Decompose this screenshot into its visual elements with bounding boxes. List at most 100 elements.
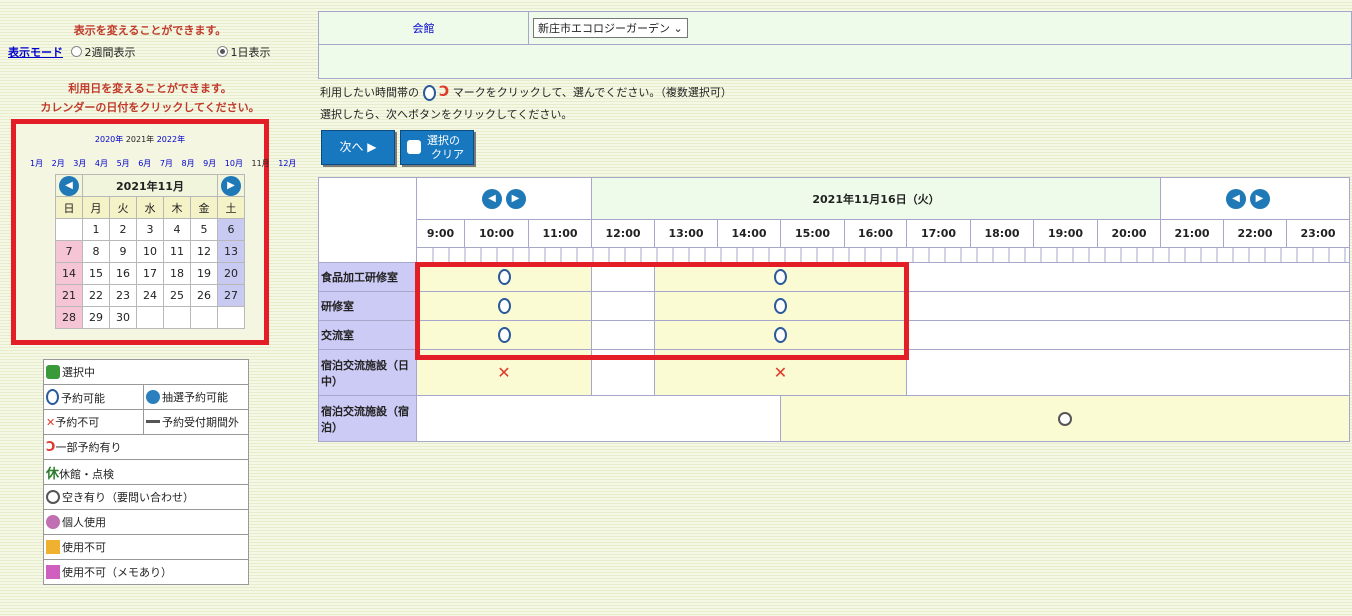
day-link[interactable]: 2 (120, 223, 127, 236)
chevron-right-icon[interactable]: ▶ (1249, 188, 1270, 209)
slot-inquire[interactable] (780, 395, 1350, 442)
day-link[interactable]: 24 (143, 289, 157, 302)
month-link[interactable]: 10月 (225, 159, 243, 168)
calendar-day: 4 (163, 218, 191, 241)
facility-select[interactable]: 新庄市エコロジーガーデン ⌄ (533, 18, 688, 38)
facility-header: 会館 新庄市エコロジーガーデン ⌄ (318, 11, 1352, 79)
slot-available[interactable] (654, 291, 907, 321)
calendar-day-sun: 21 (55, 284, 83, 307)
cross-icon: ✕ (46, 416, 56, 429)
time-header: 12:00 (591, 219, 655, 248)
instruction-1: 利用したい時間帯の Ɔ マークをクリックして、選んでください。（複数選択可） (320, 84, 732, 101)
slot-available[interactable] (654, 262, 907, 292)
day-link[interactable]: 26 (197, 289, 211, 302)
legend-text: 個人使用 (62, 516, 106, 529)
calendar-day-sat: 20 (217, 262, 245, 285)
year-nav: 2020年 2021年 2022年 (16, 134, 264, 145)
next-button[interactable]: 次へ ▶ (321, 130, 395, 165)
month-link[interactable]: 3月 (73, 159, 86, 168)
prev-year-link[interactable]: 2020年 (95, 135, 123, 144)
month-link[interactable]: 12月 (278, 159, 296, 168)
legend-personal: 個人使用 (43, 509, 249, 535)
slot-available[interactable] (416, 262, 592, 292)
legend-lottery: 抽選予約可能 (143, 384, 249, 410)
calendar-day: 1 (82, 218, 110, 241)
day-link[interactable]: 17 (143, 267, 157, 280)
day-link[interactable]: 25 (170, 289, 184, 302)
day-link[interactable]: 28 (62, 311, 76, 324)
clear-selection-button[interactable]: 選択の クリア (400, 130, 474, 165)
day-link[interactable]: 16 (116, 267, 130, 280)
day-link[interactable]: 18 (170, 267, 184, 280)
legend-text: 予約受付期間外 (162, 416, 239, 429)
room-name: 交流室 (318, 320, 417, 350)
time-header: 11:00 (528, 219, 592, 248)
day-link[interactable]: 27 (224, 289, 238, 302)
month-link[interactable]: 5月 (117, 159, 130, 168)
calendar-day-sat: 27 (217, 284, 245, 307)
radio-2week[interactable] (70, 46, 82, 57)
day-link[interactable]: 1 (93, 223, 100, 236)
calendar-day-sun: 14 (55, 262, 83, 285)
available-circle-icon (422, 85, 436, 101)
day-link[interactable]: 14 (62, 267, 76, 280)
day-link[interactable]: 9 (120, 245, 127, 258)
calendar-day: 29 (82, 306, 110, 329)
chevron-left-icon[interactable]: ◀ (1226, 188, 1246, 209)
chevron-right-icon[interactable]: ▶ (505, 188, 526, 209)
slot-empty (906, 291, 1350, 321)
month-link[interactable]: 2月 (52, 159, 65, 168)
day-nav-right: ◀ ▶ (1160, 177, 1350, 220)
chevron-left-icon[interactable]: ◀ (482, 188, 502, 209)
available-circle-icon (774, 269, 787, 285)
calendar-prev[interactable]: ◀ (55, 174, 83, 197)
day-link[interactable]: 19 (197, 267, 211, 280)
radio-1day[interactable] (216, 46, 228, 57)
day-link[interactable]: 20 (224, 267, 238, 280)
day-link[interactable]: 7 (66, 245, 73, 258)
month-link[interactable]: 8月 (181, 159, 194, 168)
slot-available[interactable] (416, 320, 592, 350)
calendar-day: 12 (190, 240, 218, 263)
calendar-day: 19 (190, 262, 218, 285)
month-link[interactable]: 6月 (138, 159, 151, 168)
calendar-day-sun: 28 (55, 306, 83, 329)
day-link[interactable]: 10 (143, 245, 157, 258)
day-link[interactable]: 5 (201, 223, 208, 236)
calendar-day: 24 (136, 284, 164, 307)
day-link[interactable]: 3 (147, 223, 154, 236)
available-circle-icon (497, 269, 511, 285)
slot-available[interactable] (654, 320, 907, 350)
legend-not-usable-memo: 使用不可（メモあり） (43, 559, 249, 585)
calendar-day-empty (163, 306, 191, 329)
day-link[interactable]: 23 (116, 289, 130, 302)
legend-text: 使用不可（メモあり） (62, 566, 172, 579)
day-link[interactable]: 12 (197, 245, 211, 258)
month-link[interactable]: 9月 (203, 159, 216, 168)
day-link[interactable]: 11 (170, 245, 184, 258)
day-link[interactable]: 4 (174, 223, 181, 236)
day-link[interactable]: 8 (93, 245, 100, 258)
next-year-link[interactable]: 2022年 (157, 135, 185, 144)
month-link[interactable]: 4月 (95, 159, 108, 168)
day-link[interactable]: 13 (224, 245, 238, 258)
month-link[interactable]: 1月 (30, 159, 43, 168)
day-link[interactable]: 6 (228, 223, 235, 236)
display-mode-link[interactable]: 表示モード (8, 46, 63, 59)
calendar-day: 18 (163, 262, 191, 285)
time-header: 20:00 (1097, 219, 1161, 248)
day-link[interactable]: 22 (89, 289, 103, 302)
facility-label[interactable]: 会館 (413, 22, 435, 35)
day-link[interactable]: 21 (62, 289, 76, 302)
calendar-next[interactable]: ▶ (217, 174, 245, 197)
calendar-day-empty (190, 306, 218, 329)
day-link[interactable]: 30 (116, 311, 130, 324)
day-link[interactable]: 15 (89, 267, 103, 280)
weekday-tue: 火 (109, 196, 137, 219)
time-header: 14:00 (717, 219, 781, 248)
slot-available[interactable] (416, 291, 592, 321)
day-link[interactable]: 29 (89, 311, 103, 324)
weekday-mon: 月 (82, 196, 110, 219)
time-header: 13:00 (654, 219, 718, 248)
month-link[interactable]: 7月 (160, 159, 173, 168)
